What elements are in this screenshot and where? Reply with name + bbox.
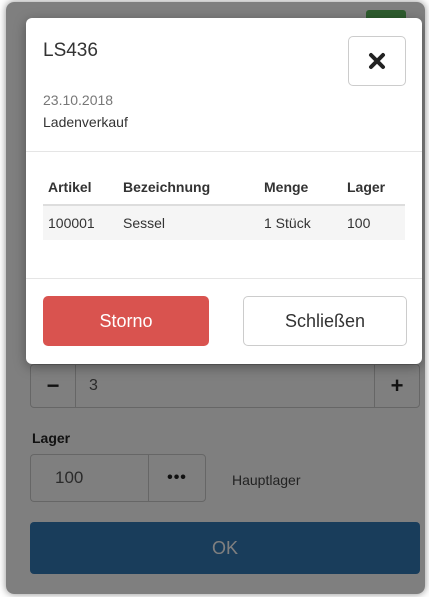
modal-date: 23.10.2018 bbox=[43, 92, 114, 108]
cell-lager: 100 bbox=[342, 205, 405, 240]
header-divider bbox=[26, 151, 422, 152]
cell-bezeichnung: Sessel bbox=[118, 205, 259, 240]
column-header-lager: Lager bbox=[342, 170, 405, 206]
cell-menge: 1 Stück bbox=[259, 205, 342, 240]
column-header-menge: Menge bbox=[259, 170, 342, 206]
column-header-artikel: Artikel bbox=[43, 170, 118, 206]
device-frame: − 3 + Lager 100 ••• Hauptlager OK LS436 … bbox=[6, 2, 425, 594]
delivery-note-modal: LS436 23.10.2018 Ladenverkauf Artikel Be… bbox=[26, 18, 422, 364]
table-header-row: Artikel Bezeichnung Menge Lager bbox=[43, 170, 405, 206]
cell-artikel: 100001 bbox=[43, 205, 118, 240]
storno-button[interactable]: Storno bbox=[43, 296, 209, 346]
close-button[interactable]: Schließen bbox=[243, 296, 407, 346]
items-table: Artikel Bezeichnung Menge Lager 100001 S… bbox=[43, 170, 405, 240]
table-row: 100001 Sessel 1 Stück 100 bbox=[43, 205, 405, 240]
modal-subtitle: Ladenverkauf bbox=[43, 114, 128, 130]
column-header-bezeichnung: Bezeichnung bbox=[118, 170, 259, 206]
close-x-icon bbox=[369, 53, 385, 69]
modal-close-button[interactable] bbox=[348, 36, 406, 86]
footer-divider bbox=[26, 278, 422, 279]
modal-title: LS436 bbox=[43, 40, 98, 61]
